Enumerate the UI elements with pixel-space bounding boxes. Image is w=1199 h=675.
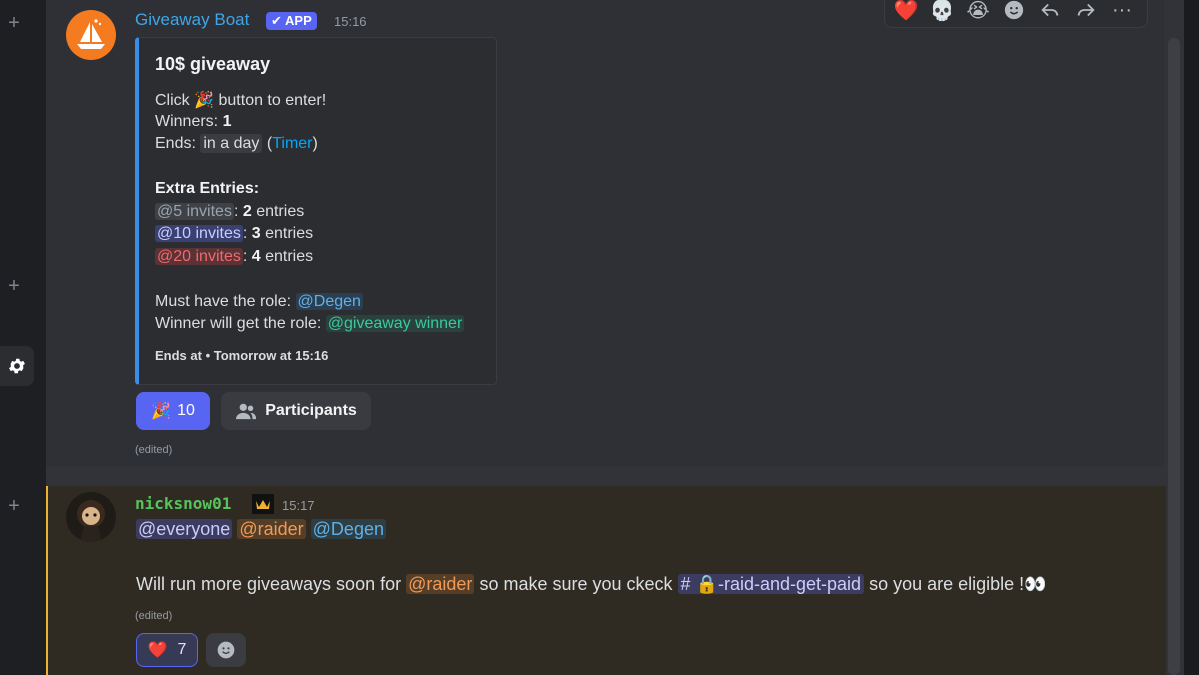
message-toolbar: ❤️ 💀 😭 ··· — [884, 0, 1148, 28]
plus-icon[interactable]: + — [5, 496, 23, 516]
ends-line: Ends: in a day (Timer) — [155, 134, 318, 153]
gear-icon — [9, 358, 25, 374]
role-mention-10-invites[interactable]: @10 invites — [155, 225, 243, 242]
eyes-icon: 👀 — [1024, 574, 1047, 594]
ends-timestamp-chip[interactable]: in a day — [200, 134, 263, 153]
role-mention-giveaway-winner[interactable]: @giveaway winner — [325, 315, 465, 332]
winners-value: 1 — [222, 113, 232, 130]
app-badge: ✔ APP — [266, 12, 317, 30]
party-popper-icon: 🎉 — [151, 403, 172, 420]
giveaway-embed: 10$ giveaway Click 🎉 button to enter! Wi… — [135, 37, 497, 385]
user-avatar-icon — [77, 500, 105, 542]
extra-entries-label: Extra Entries: — [155, 180, 260, 197]
party-popper-icon: 🎉 — [194, 92, 215, 109]
mention-everyone[interactable]: @everyone — [136, 519, 233, 539]
reaction-heart-button[interactable]: ❤️ — [891, 0, 921, 25]
winners-label: Winners: — [155, 113, 219, 130]
entry-row: @20 invites: 4 entries — [155, 248, 314, 265]
more-icon[interactable]: ··· — [1107, 0, 1137, 25]
embed-click-line: Click 🎉 button to enter! — [155, 90, 326, 110]
mention-raider[interactable]: @raider — [237, 519, 306, 539]
entry-row: @10 invites: 3 entries — [155, 225, 314, 242]
mention-degen[interactable]: @Degen — [310, 519, 386, 539]
people-icon — [236, 403, 257, 420]
entry-count: 10 — [177, 402, 195, 419]
boat-logo-icon — [77, 19, 105, 49]
crown-badge-icon — [252, 494, 274, 514]
participants-label: Participants — [265, 402, 357, 419]
right-edge — [1184, 0, 1199, 675]
add-reaction-icon[interactable] — [999, 0, 1029, 25]
entry-count: 2 — [242, 203, 252, 220]
mentions-line: @everyone @raider @Degen — [136, 519, 386, 540]
role-mention-degen[interactable]: @Degen — [295, 293, 363, 310]
plus-icon[interactable]: + — [5, 276, 23, 296]
entry-suffix: entries — [256, 203, 305, 220]
role-mention-20-invites[interactable]: @20 invites — [155, 248, 243, 265]
winners-line: Winners: 1 — [155, 113, 231, 131]
entry-suffix: entries — [265, 225, 314, 242]
reaction-skull-button[interactable]: 💀 — [927, 0, 957, 25]
click-suffix: button to enter! — [218, 92, 327, 109]
entry-row: @5 invites: 2 entries — [155, 203, 305, 220]
click-prefix: Click — [155, 92, 190, 109]
edited-label: (edited) — [135, 610, 173, 622]
edited-label: (edited) — [135, 444, 173, 456]
body-text: Will run more giveaways soon for — [136, 574, 402, 594]
winner-gets-label: Winner will get the role: — [155, 315, 322, 332]
author-name[interactable]: Giveaway Boat — [135, 10, 249, 30]
role-mention-5-invites[interactable]: @5 invites — [155, 203, 234, 220]
embed-footer: Ends at • Tomorrow at 15:16 — [155, 348, 329, 363]
plus-icon[interactable]: + — [5, 13, 23, 33]
winner-gets-line: Winner will get the role: @giveaway winn… — [155, 315, 465, 333]
body-text: so make sure you ckeck — [479, 574, 673, 594]
participants-button[interactable]: Participants — [221, 392, 371, 430]
reaction-crying-button[interactable]: 😭 — [963, 0, 993, 25]
must-have-label: Must have the role: — [155, 293, 292, 310]
settings-button[interactable] — [0, 346, 34, 386]
message-timestamp[interactable]: 15:16 — [334, 14, 367, 29]
author-name[interactable]: nicksnow01 — [135, 494, 231, 513]
embed-title: 10$ giveaway — [155, 54, 271, 74]
message-timestamp[interactable]: 15:17 — [282, 498, 315, 513]
add-reaction-button[interactable] — [206, 633, 246, 667]
nicksnow-avatar[interactable] — [66, 492, 116, 542]
entry-count: 3 — [251, 225, 261, 242]
timer-link[interactable]: Timer — [272, 135, 312, 152]
entry-suffix: entries — [265, 248, 314, 265]
forward-icon[interactable] — [1071, 0, 1101, 25]
add-reaction-icon — [217, 641, 235, 659]
reply-icon[interactable] — [1035, 0, 1065, 25]
mention-raider[interactable]: @raider — [406, 574, 475, 594]
reaction-count: 7 — [177, 641, 187, 658]
enter-giveaway-button[interactable]: 🎉 10 — [136, 392, 210, 430]
server-rail — [0, 0, 46, 675]
message-body: Will run more giveaways soon for @raider… — [136, 574, 1047, 595]
must-have-line: Must have the role: @Degen — [155, 293, 363, 311]
channel-link[interactable]: # 🔒-raid-and-get-paid — [677, 574, 865, 594]
heart-icon: ❤️ — [147, 642, 168, 659]
giveaway-boat-avatar[interactable] — [66, 10, 116, 60]
body-text: so you are eligible ! — [869, 574, 1025, 594]
reaction-heart[interactable]: ❤️ 7 — [136, 633, 198, 667]
scrollbar[interactable] — [1168, 38, 1180, 675]
ends-label: Ends: — [155, 135, 196, 152]
entry-count: 4 — [251, 248, 261, 265]
extra-entries-heading: Extra Entries: — [155, 180, 259, 198]
